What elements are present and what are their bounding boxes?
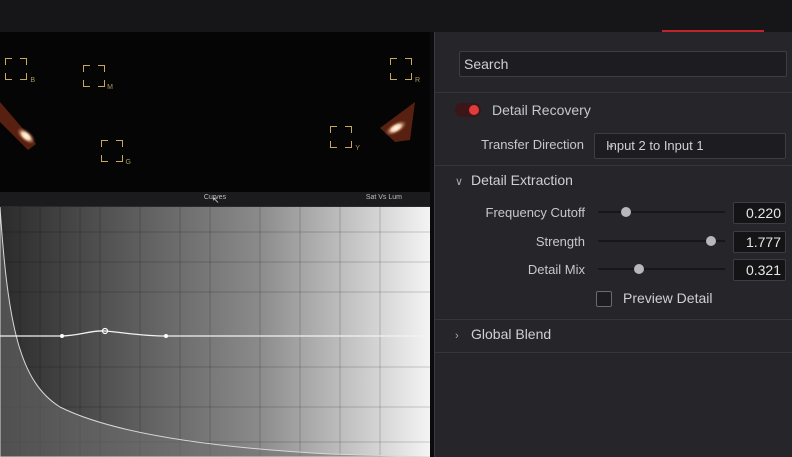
curve-point-1 xyxy=(60,334,64,338)
global-blend-header[interactable]: › Global Blend xyxy=(455,326,551,342)
target-box-m: M xyxy=(83,65,113,91)
curves-graph[interactable] xyxy=(0,207,430,457)
global-blend-title: Global Blend xyxy=(471,326,552,342)
preview-detail-label: Preview Detail xyxy=(623,290,713,306)
detail-extraction-title: Detail Extraction xyxy=(471,172,573,188)
curves-header-bar: Curves ↖ Sat Vs Lum xyxy=(0,192,430,207)
target-box-g: G xyxy=(101,140,131,166)
divider xyxy=(435,165,792,166)
transfer-direction-dropdown[interactable]: Input 2 to Input 1 ⌄ xyxy=(594,133,786,159)
curve-mode-dropdown[interactable]: Sat Vs Lum xyxy=(366,194,402,201)
chevron-down-icon: ∨ xyxy=(455,176,464,188)
divider xyxy=(435,352,792,353)
preview-detail-checkbox[interactable] xyxy=(596,291,612,307)
inspector-panel: Search Detail Recovery Transfer Directio… xyxy=(434,32,792,457)
vectorscope-viewer: B M G R Y xyxy=(0,32,430,192)
frequency-cutoff-value: 0.220 xyxy=(745,205,781,221)
strength-knob[interactable] xyxy=(706,236,717,246)
strength-input[interactable]: 1.777 xyxy=(733,231,786,253)
target-box-r: R xyxy=(390,58,420,84)
target-box-b: B xyxy=(5,58,35,84)
vectorscope-trace xyxy=(0,102,415,150)
divider xyxy=(435,92,792,93)
detail-mix-input[interactable]: 0.321 xyxy=(733,259,786,281)
toggle-dot-icon xyxy=(469,105,479,115)
frequency-cutoff-slider[interactable] xyxy=(598,211,725,213)
detail-extraction-header[interactable]: ∨ Detail Extraction xyxy=(455,172,573,188)
divider xyxy=(435,319,792,320)
top-toolbar-strip xyxy=(0,0,792,32)
effect-enable-toggle[interactable] xyxy=(455,103,481,117)
detail-mix-value: 0.321 xyxy=(745,262,781,278)
search-field[interactable]: Search xyxy=(459,51,787,77)
search-placeholder: Search xyxy=(464,56,509,72)
curve-point-3 xyxy=(164,334,168,338)
strength-label: Strength xyxy=(535,234,585,249)
detail-mix-label: Detail Mix xyxy=(527,262,585,277)
detail-mix-knob[interactable] xyxy=(633,264,644,274)
target-box-y: Y xyxy=(330,126,360,152)
curves-canvas[interactable] xyxy=(0,207,430,457)
frequency-cutoff-input[interactable]: 0.220 xyxy=(733,202,786,224)
frequency-cutoff-label: Frequency Cutoff xyxy=(485,205,585,220)
chevron-down-icon: ⌄ xyxy=(606,137,617,151)
detail-mix-slider[interactable] xyxy=(598,268,725,270)
transfer-direction-label: Transfer Direction xyxy=(481,137,584,152)
mouse-cursor-icon: ↖ xyxy=(212,195,220,205)
frequency-cutoff-knob[interactable] xyxy=(620,207,631,217)
chevron-right-icon: › xyxy=(455,330,459,342)
effect-name: Detail Recovery xyxy=(492,102,591,118)
strength-value: 1.777 xyxy=(745,234,781,250)
